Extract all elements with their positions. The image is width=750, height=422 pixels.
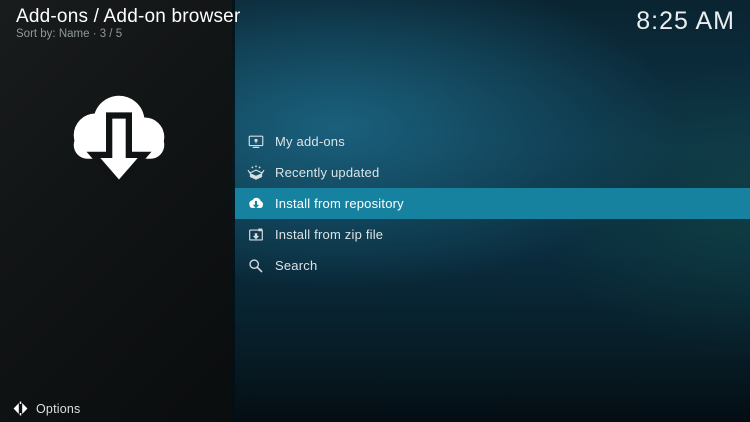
zip-file-icon bbox=[249, 228, 263, 241]
cloud-download-icon bbox=[73, 95, 165, 190]
menu-item-install-from-repository[interactable]: Install from repository bbox=[235, 188, 750, 219]
menu-item-install-from-zip[interactable]: Install from zip file bbox=[235, 219, 750, 250]
page-title: Add-ons / Add-on browser bbox=[16, 6, 241, 27]
options-icon bbox=[13, 401, 28, 416]
cloud-download-icon bbox=[249, 197, 264, 208]
my-addons-monitor-icon bbox=[248, 135, 264, 148]
menu-item-my-addons[interactable]: My add-ons bbox=[235, 126, 750, 157]
menu-item-label: My add-ons bbox=[275, 134, 345, 149]
recently-updated-box-icon bbox=[247, 164, 265, 180]
search-icon bbox=[249, 258, 263, 272]
menu-item-recently-updated[interactable]: Recently updated bbox=[235, 157, 750, 188]
menu-item-search[interactable]: Search bbox=[235, 250, 750, 281]
options-label: Options bbox=[36, 401, 81, 416]
left-info-panel bbox=[0, 0, 232, 422]
menu-item-label: Recently updated bbox=[275, 165, 380, 180]
sort-status-text: Sort by: Name · 3 / 5 bbox=[16, 28, 123, 40]
clock: 8:25 AM bbox=[636, 7, 735, 35]
menu-item-label: Install from repository bbox=[275, 196, 404, 211]
menu-item-label: Search bbox=[275, 258, 318, 273]
menu-item-label: Install from zip file bbox=[275, 227, 384, 242]
kodi-addon-browser-screen: Add-ons / Add-on browser Sort by: Name ·… bbox=[0, 0, 750, 422]
options-button[interactable]: Options bbox=[13, 401, 80, 416]
addon-browser-menu: My add-ons Recently updated Install from… bbox=[235, 126, 750, 281]
